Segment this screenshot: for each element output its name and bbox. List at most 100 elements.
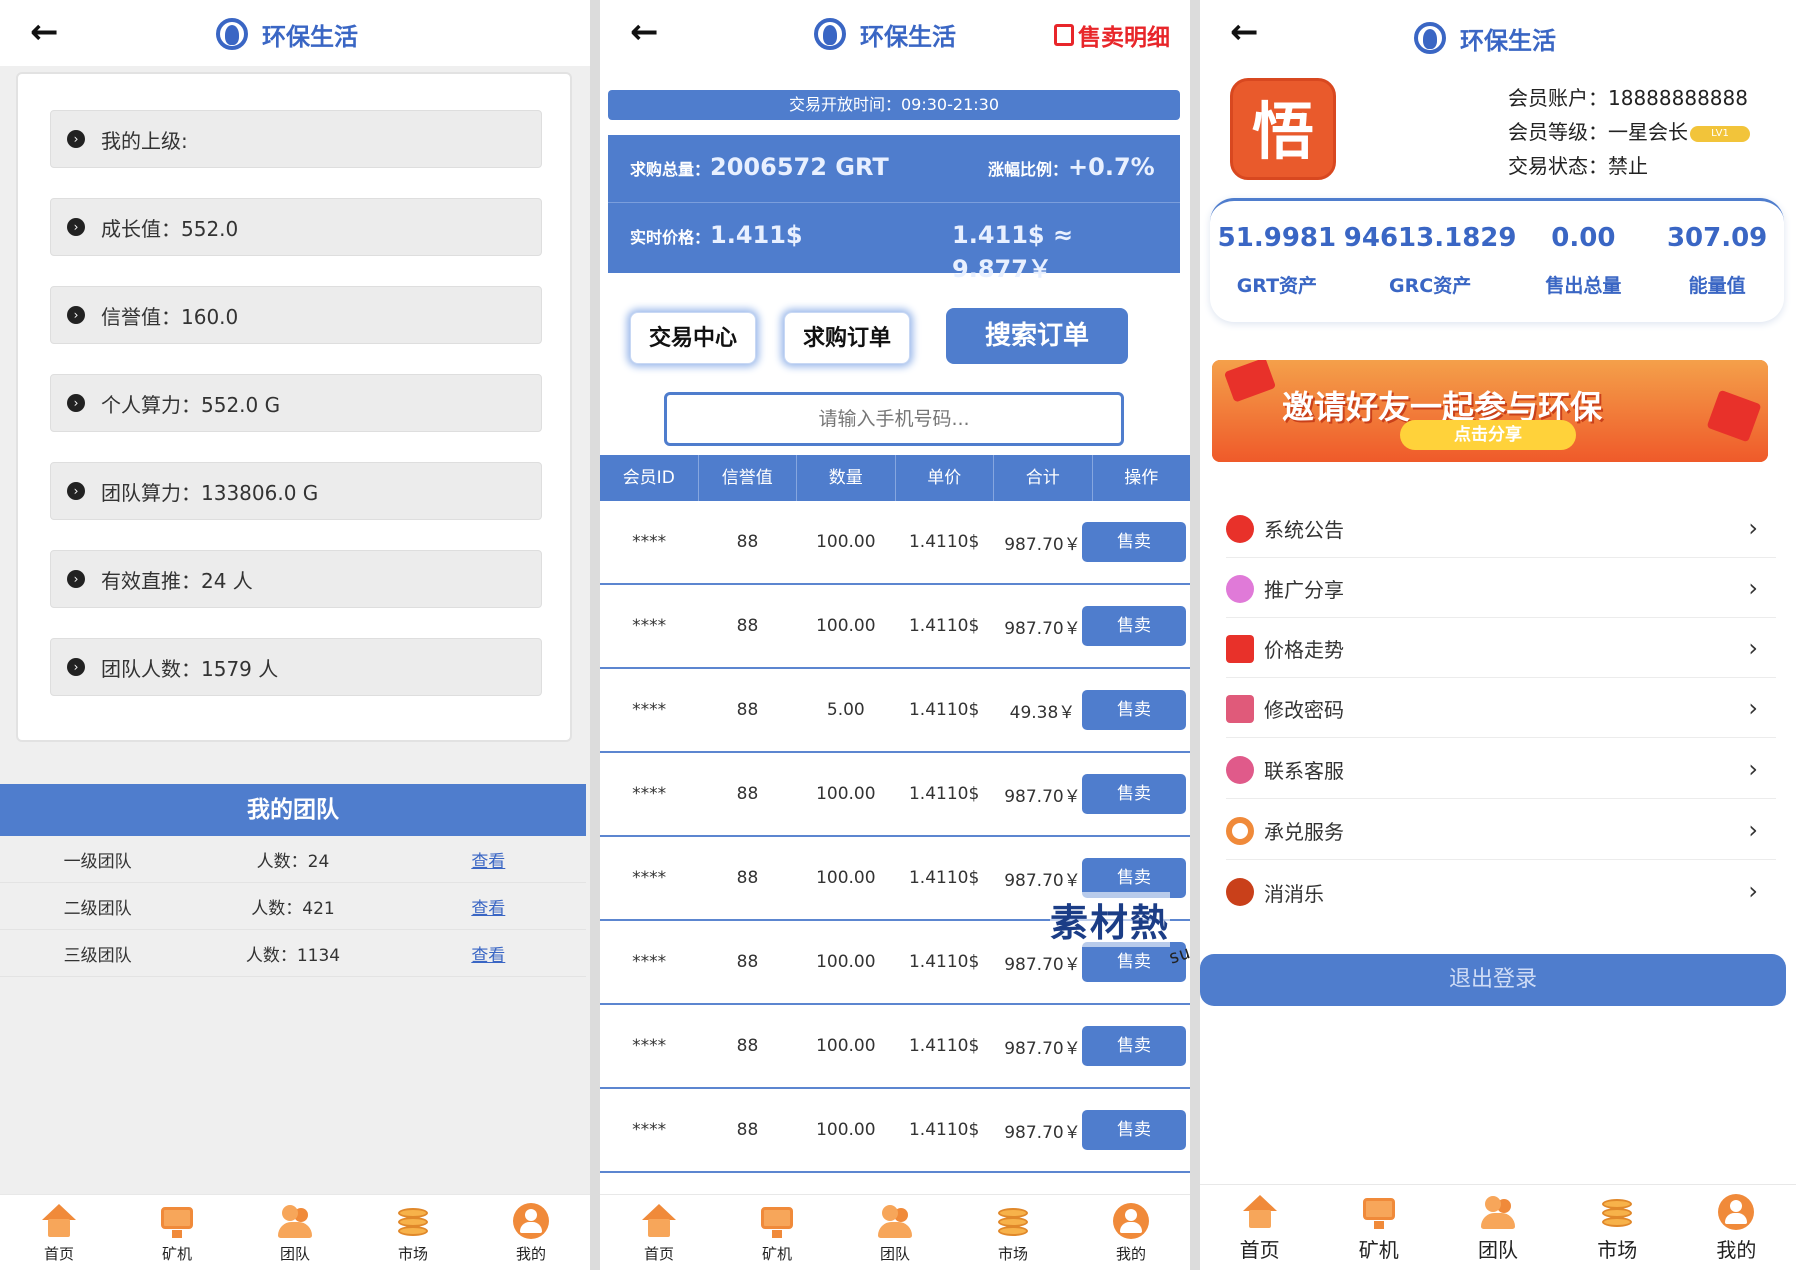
tab-me[interactable]: 我的 (472, 1195, 590, 1270)
change-label: 涨幅比例： (988, 160, 1069, 179)
member-id: **** (632, 1036, 667, 1056)
brand-logo-icon (810, 16, 850, 52)
sell-button[interactable]: 售卖 (1081, 1026, 1186, 1066)
tab-miner[interactable]: 矿机 (718, 1195, 836, 1270)
tab-home[interactable]: 首页 (0, 1195, 118, 1270)
info-text: 成长值：552.0 (101, 216, 239, 241)
sell-button[interactable]: 售卖 (1081, 774, 1186, 814)
action-cell: 售卖 (1081, 752, 1190, 836)
invite-banner[interactable]: 邀请好友一起参与环保 点击分享 (1212, 360, 1768, 462)
menu-label: 消消乐 (1264, 881, 1324, 906)
tab-me[interactable]: 我的 (1072, 1195, 1190, 1270)
column-header: 数量 (797, 455, 896, 501)
team-row: 一级团队 人数：24 查看 (0, 836, 586, 883)
credit: 88 (736, 532, 759, 552)
chevron-right-icon: › (67, 394, 85, 412)
tab-team[interactable]: 团队 (1438, 1185, 1557, 1270)
share-icon (1226, 574, 1254, 603)
tab-label: 矿机 (1358, 1237, 1399, 1262)
menu-item-change-password[interactable]: 修改密码 › (1226, 680, 1776, 738)
search-orders-button[interactable]: 搜索订单 (946, 308, 1128, 364)
stats-divider (608, 202, 1180, 203)
logout-button[interactable]: 退出登录 (1200, 954, 1786, 1006)
team-row: 二级团队 人数：421 查看 (0, 883, 586, 930)
menu-item-exchange[interactable]: 承兑服务 › (1226, 802, 1776, 860)
team-info-screen: ← 环保生活 › 我的上级: › 成长值：552.0 › 信誉值：160.0 › 个人算… (0, 0, 590, 1270)
tab-miner[interactable]: 矿机 (1319, 1185, 1438, 1270)
trade-center-button[interactable]: 交易中心 (630, 312, 756, 364)
buy-total-value: 2006572 GRT (710, 153, 889, 181)
menu-item-game[interactable]: 消消乐 › (1226, 863, 1776, 921)
view-team-link[interactable]: 查看 (391, 941, 586, 966)
unit-price: 1.4110$ (908, 532, 980, 552)
bottom-tabbar: 首页 矿机 团队 市场 我的 (1200, 1184, 1796, 1270)
table-row: **** 88 100.00 1.4110$ 987.70￥ 售卖 (600, 1005, 1190, 1089)
coins-icon (394, 1202, 432, 1240)
menu-item-announcement[interactable]: 系统公告 › (1226, 500, 1776, 558)
action-cell: 售卖 (1081, 1088, 1190, 1172)
menu-item-price-trend[interactable]: 价格走势 › (1226, 620, 1776, 678)
tab-market[interactable]: 市场 (354, 1195, 472, 1270)
info-row-personal-power: › 个人算力：552.0 G (50, 374, 542, 432)
team-icon (1479, 1193, 1517, 1231)
arrow-left-icon[interactable]: ← (1230, 14, 1270, 50)
team-count: 人数：1134 (245, 945, 341, 966)
chevron-right-icon: › (67, 482, 85, 500)
table-row: **** 88 100.00 1.4110$ 987.70￥ 售卖 (600, 1089, 1190, 1173)
sale-detail-link[interactable]: 售卖明细 (1054, 18, 1170, 52)
conversion-value: 1.411$ ≈ 9.877￥ (952, 221, 1074, 283)
tab-home[interactable]: 首页 (600, 1195, 718, 1270)
tab-miner[interactable]: 矿机 (118, 1195, 236, 1270)
trophy-icon (1226, 878, 1254, 906)
sell-button[interactable]: 售卖 (1081, 606, 1186, 646)
chevron-right-icon: › (1748, 877, 1758, 905)
bottom-tabbar: 首页 矿机 团队 市场 我的 (0, 1194, 590, 1270)
menu-item-customer-service[interactable]: 联系客服 › (1226, 741, 1776, 799)
customer-service-icon (1226, 755, 1254, 784)
unit-price: 1.4110$ (908, 616, 980, 636)
unit-price: 1.4110$ (908, 784, 980, 804)
menu-item-share[interactable]: 推广分享 › (1226, 560, 1776, 618)
info-row-direct: › 有效直推：24 人 (50, 550, 542, 608)
trade-screen: ← 环保生活 售卖明细 交易开放时间：09:30-21:30 求购总量：2006… (600, 0, 1190, 1270)
arrow-left-icon[interactable]: ← (30, 14, 70, 50)
column-header: 信誉值 (699, 455, 797, 501)
asset-label: 售出总量 (1545, 275, 1622, 297)
view-team-link[interactable]: 查看 (391, 847, 586, 872)
tab-market[interactable]: 市场 (954, 1195, 1072, 1270)
info-text: 有效直推：24 人 (101, 568, 253, 593)
info-text: 我的上级: (101, 128, 188, 153)
sell-button[interactable]: 售卖 (1081, 1110, 1186, 1150)
sell-button[interactable]: 售卖 (1081, 690, 1186, 730)
asset-grt: 51.9981 GRT资产 (1210, 201, 1344, 322)
header: ← 环保生活 (1200, 0, 1796, 66)
divider (1190, 0, 1200, 1270)
tab-market[interactable]: 市场 (1558, 1185, 1677, 1270)
view-team-link[interactable]: 查看 (391, 894, 586, 919)
table-row: **** 88 100.00 1.4110$ 987.70￥ 售卖 (600, 753, 1190, 837)
share-button[interactable]: 点击分享 (1400, 420, 1576, 450)
buy-total: 求购总量：2006572 GRT (630, 153, 889, 181)
column-header: 合计 (994, 455, 1093, 501)
brand: 环保生活 (1410, 18, 1556, 58)
asset-value: 51.9981 (1217, 223, 1337, 253)
buy-orders-button[interactable]: 求购订单 (784, 312, 910, 364)
phone-search-input[interactable]: 请输入手机号码... (664, 392, 1124, 446)
action-cell: 售卖 (1081, 584, 1190, 668)
column-header: 操作 (1124, 468, 1159, 488)
tab-team[interactable]: 团队 (836, 1195, 954, 1270)
arrow-left-icon[interactable]: ← (630, 14, 670, 50)
avatar[interactable]: 悟 (1230, 78, 1336, 180)
quantity: 100.00 (816, 532, 876, 552)
tab-me[interactable]: 我的 (1677, 1185, 1796, 1270)
team-row: 三级团队 人数：1134 查看 (0, 930, 586, 977)
asset-label: GRT资产 (1236, 275, 1318, 297)
team-icon (276, 1202, 314, 1240)
team-icon (876, 1202, 914, 1240)
brand: 环保生活 (212, 14, 358, 54)
sell-button[interactable]: 售卖 (1081, 522, 1186, 562)
action-cell: 售卖 (1081, 1004, 1190, 1088)
tab-home[interactable]: 首页 (1200, 1185, 1319, 1270)
quantity: 100.00 (816, 1036, 876, 1056)
tab-team[interactable]: 团队 (236, 1195, 354, 1270)
